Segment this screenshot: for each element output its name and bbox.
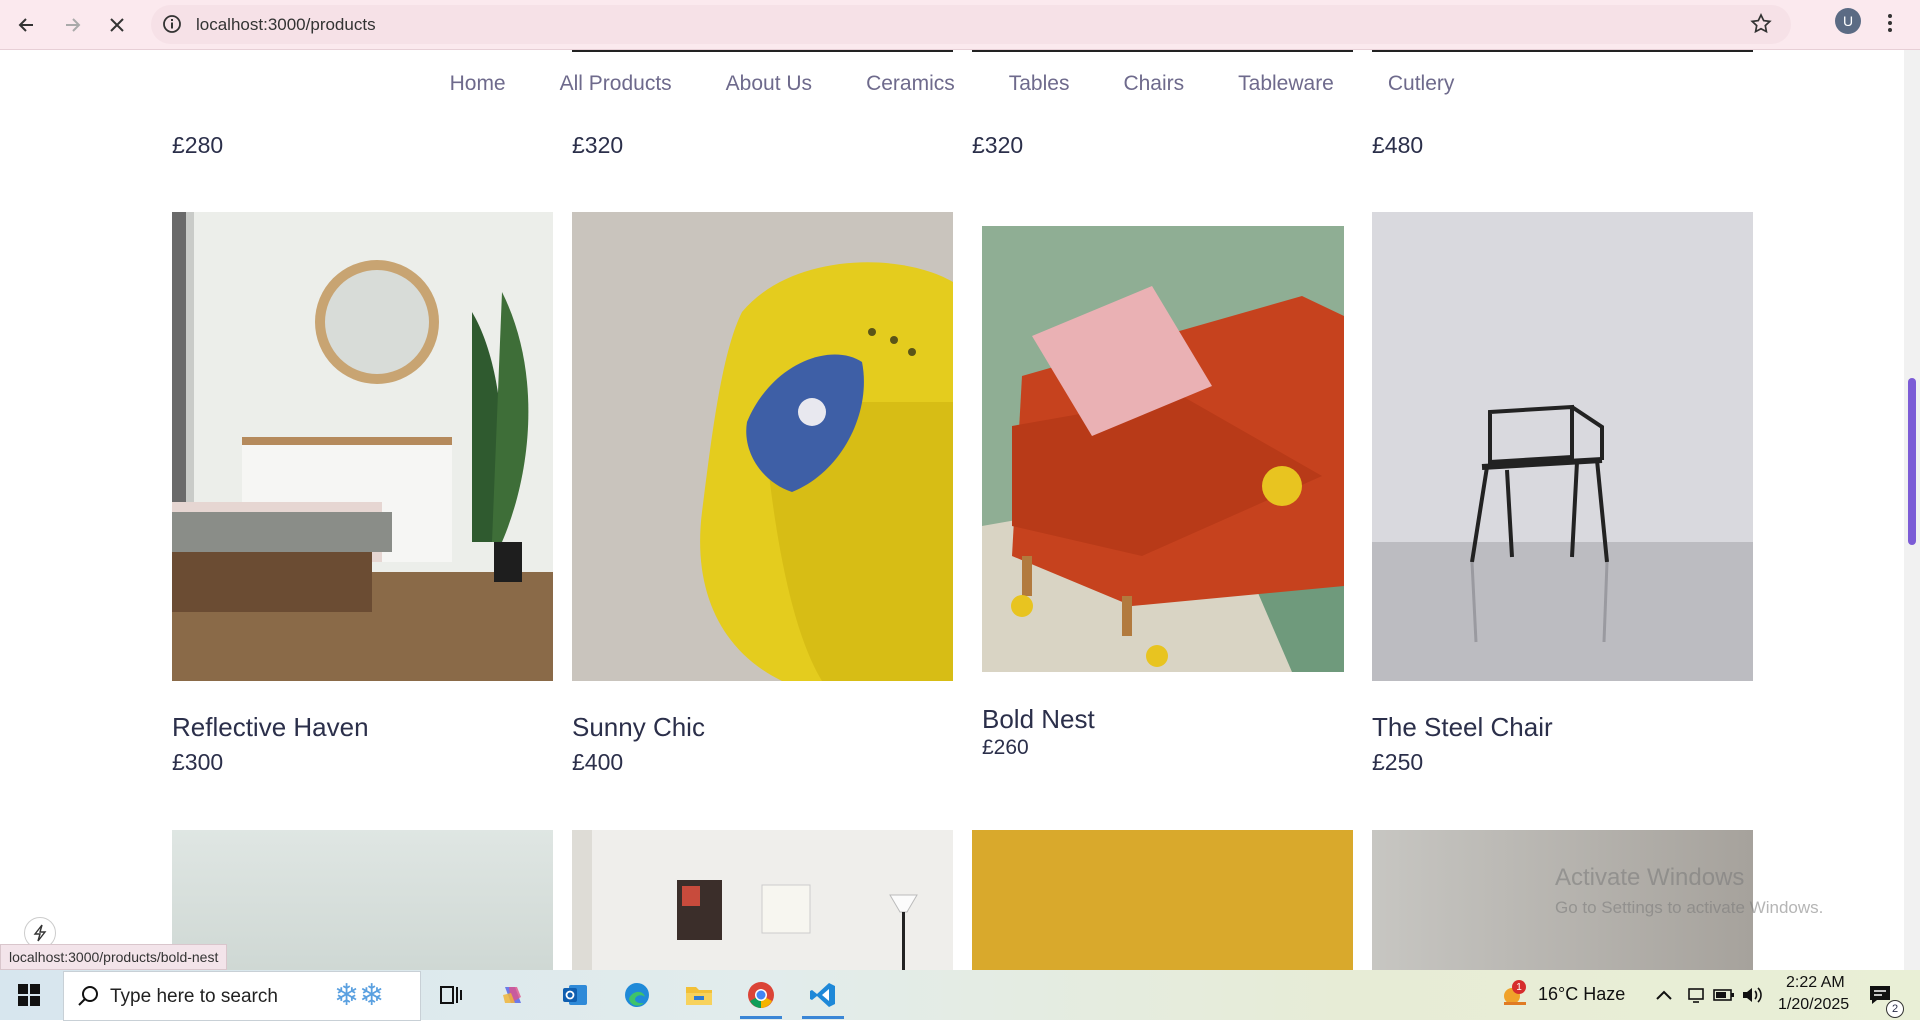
- windows-taskbar: Type here to search ❄❄ 1 16°C Haze 2:22 …: [0, 970, 1920, 1021]
- activate-windows-subtitle: Go to Settings to activate Windows.: [1555, 898, 1824, 917]
- copilot-icon[interactable]: [494, 977, 532, 1013]
- product-price: £260: [982, 736, 1029, 759]
- product-price: £400: [572, 749, 624, 775]
- bookmark-star-icon[interactable]: [1749, 12, 1773, 41]
- browser-toolbar: localhost:3000/products U: [0, 0, 1920, 50]
- nav-cutlery[interactable]: Cutlery: [1388, 72, 1455, 96]
- clock-time[interactable]: 2:22 AM: [1786, 974, 1845, 992]
- site-info-icon[interactable]: [161, 13, 183, 40]
- nav-tableware[interactable]: Tableware: [1238, 72, 1334, 96]
- product-image[interactable]: [972, 830, 1353, 970]
- forward-button[interactable]: [55, 8, 89, 42]
- taskbar-search-input[interactable]: Type here to search ❄❄: [63, 971, 421, 1021]
- status-bar-url: localhost:3000/products/bold-nest: [0, 944, 228, 970]
- weather-text[interactable]: 16°C Haze: [1538, 984, 1625, 1005]
- browser-menu-icon[interactable]: [1880, 6, 1900, 40]
- vscode-active-indicator: [802, 1016, 844, 1019]
- edge-icon[interactable]: [618, 977, 656, 1013]
- search-placeholder: Type here to search: [110, 986, 278, 1007]
- profile-avatar[interactable]: U: [1835, 8, 1861, 34]
- windows-start-icon[interactable]: [10, 977, 48, 1013]
- product-price: £320: [572, 132, 624, 158]
- product-image-reflective-haven[interactable]: [172, 212, 553, 681]
- product-price: £320: [972, 132, 1024, 158]
- nav-chairs[interactable]: Chairs: [1123, 72, 1184, 96]
- product-image-bold-nest[interactable]: [982, 226, 1344, 672]
- chrome-icon[interactable]: [742, 977, 780, 1013]
- product-name[interactable]: The Steel Chair: [1372, 712, 1553, 743]
- task-view-icon[interactable]: [432, 977, 470, 1013]
- product-name[interactable]: Bold Nest: [982, 704, 1095, 735]
- product-image-sunny-chic[interactable]: [572, 212, 953, 681]
- product-price: £280: [172, 132, 224, 158]
- notification-count-badge: 2: [1886, 1000, 1904, 1018]
- close-icon: [110, 18, 124, 32]
- product-price: £250: [1372, 749, 1424, 775]
- product-price: £480: [1372, 132, 1424, 158]
- clock-date[interactable]: 1/20/2025: [1778, 996, 1849, 1014]
- snowflake-icon: ❄❄: [334, 979, 385, 1012]
- nav-about-us[interactable]: About Us: [726, 72, 812, 96]
- arrow-left-icon: [18, 18, 33, 32]
- vscode-icon[interactable]: [804, 977, 842, 1013]
- back-button[interactable]: [10, 8, 44, 42]
- scrollbar-thumb[interactable]: [1908, 378, 1916, 545]
- stop-loading-button[interactable]: [100, 8, 134, 42]
- previous-row-image-edges: [0, 50, 1904, 52]
- nav-home[interactable]: Home: [450, 72, 506, 96]
- product-name[interactable]: Sunny Chic: [572, 712, 705, 743]
- nav-ceramics[interactable]: Ceramics: [866, 72, 955, 96]
- activate-windows-title: Activate Windows: [1555, 864, 1745, 891]
- arrow-right-icon: [66, 18, 81, 32]
- product-image[interactable]: [172, 830, 553, 970]
- product-name[interactable]: Reflective Haven: [172, 712, 369, 743]
- outlook-icon[interactable]: [556, 977, 594, 1013]
- address-bar[interactable]: localhost:3000/products: [151, 5, 1791, 44]
- volume-icon[interactable]: [1733, 977, 1771, 1013]
- product-image[interactable]: [572, 830, 953, 970]
- nav-all-products[interactable]: All Products: [560, 72, 672, 96]
- url-text[interactable]: localhost:3000/products: [196, 15, 376, 35]
- main-navigation: Home All Products About Us Ceramics Tabl…: [0, 72, 1904, 96]
- nav-tables[interactable]: Tables: [1009, 72, 1070, 96]
- product-image-steel-chair[interactable]: [1372, 212, 1753, 681]
- page-scrollbar[interactable]: [1904, 50, 1920, 970]
- weather-badge: 1: [1512, 980, 1526, 994]
- product-price: £300: [172, 749, 224, 775]
- products-page: Home All Products About Us Ceramics Tabl…: [0, 50, 1904, 970]
- file-explorer-icon[interactable]: [680, 977, 718, 1013]
- chrome-active-indicator: [740, 1016, 782, 1019]
- search-icon: [76, 984, 100, 1013]
